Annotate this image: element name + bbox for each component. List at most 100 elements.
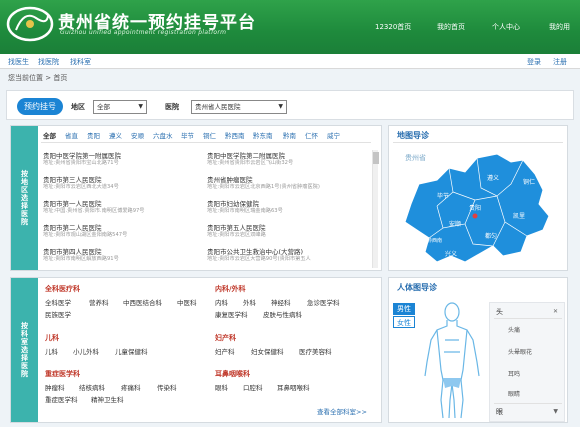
hospital-by-department-panel: 按科室选择医院 全科医疗科 全科医学 营养科 中西医结合科 中医科 民族医学 内… [10,277,382,423]
body-part-eye[interactable]: 眼 [496,407,503,417]
chevron-down-icon: ▼ [138,103,143,110]
city-kaili[interactable]: 凯里 [513,212,525,220]
dept-group-title: 内科/外科 [215,285,246,293]
city-qianxinan[interactable]: 黔西南 [427,237,442,244]
register-appointment-button[interactable]: 预约挂号 [17,98,63,115]
dept-item[interactable]: 小儿外科 [73,346,99,356]
nav-personal-center[interactable]: 个人中心 [492,22,520,32]
dept-item[interactable]: 传染科 [157,382,177,392]
dept-item[interactable]: 儿童保健科 [115,346,148,356]
nav-my-home[interactable]: 我的首页 [437,22,465,32]
dept-item[interactable]: 眼科 [215,382,228,392]
tab-qiannan[interactable]: 黔南 [283,130,296,140]
dept-item[interactable]: 耳鼻咽喉科 [277,382,310,392]
human-body-figure[interactable] [417,300,487,422]
chevron-down-icon: ▼ [278,103,283,110]
tab-divider [41,142,371,143]
dept-item[interactable]: 肿瘤科 [45,382,65,392]
dept-item[interactable]: 神经科 [271,297,291,307]
tab-liupanshui[interactable]: 六盘水 [153,130,173,140]
dept-group-title: 耳鼻咽喉科 [215,370,250,378]
dept-group-title: 儿科 [45,334,59,342]
guizhou-map[interactable]: 贵州省 遵义 铜仁 毕节 贵阳 安顺 凯里 黔西南 都匀 兴义 [393,144,565,270]
find-doctor-link[interactable]: 找医生 [8,57,29,67]
hospital-list-scrollbar[interactable] [372,150,379,268]
dept-item[interactable]: 外科 [243,297,256,307]
tab-anshun[interactable]: 安顺 [131,130,144,140]
hospital-address: 地址:贵州省贵阳市宝山北路71号 [43,160,119,166]
city-bijie[interactable]: 毕节 [437,192,449,200]
dept-item[interactable]: 儿科 [45,346,58,356]
dept-group-title: 全科医疗科 [45,285,80,293]
dept-item[interactable]: 全科医学 [45,297,71,307]
body-part-symptom-list: 头 ✕ 头痛 头晕眼花 耳鸣 眼睛 眼 ▼ [489,302,565,422]
male-tab[interactable]: 男性 [393,303,415,315]
divider [494,403,562,404]
login-link[interactable]: 登录 [527,57,541,67]
symptom-item[interactable]: 眼睛 [508,389,520,398]
divider [494,318,562,319]
dept-item[interactable]: 康复医学科 [215,309,248,319]
body-guide-panel: 人体图导诊 男性 女性 头 ✕ 头痛 头晕眼花 耳鸣 眼睛 眼 ▼ [388,277,568,423]
dept-item[interactable]: 疼痛科 [121,382,141,392]
tab-weining[interactable]: 威宁 [327,130,340,140]
hospital-address: 地址:贵阳市南明区解放西路91号 [43,256,119,262]
hospital-address: 地址:贵阳市云岩区北京西路1号(贵州省肿瘤医院) [207,184,320,190]
dept-item[interactable]: 中医科 [177,297,197,307]
city-tongren[interactable]: 铜仁 [523,178,535,186]
tab-bijie[interactable]: 毕节 [181,130,194,140]
dept-item[interactable]: 营养科 [89,297,109,307]
dept-item[interactable]: 医疗美容科 [299,346,332,356]
dept-item[interactable]: 口腔科 [243,382,263,392]
dept-item[interactable]: 民族医学 [45,309,71,319]
tab-qiandongnan[interactable]: 黔东南 [253,130,273,140]
city-zunyi[interactable]: 遵义 [487,174,499,182]
region-select[interactable]: 全部 ▼ [93,100,147,114]
dept-item[interactable]: 妇女保健科 [251,346,284,356]
body-guide-title: 人体图导诊 [397,283,437,292]
tab-tongren[interactable]: 铜仁 [203,130,216,140]
city-guiyang[interactable]: 贵阳 [469,204,481,212]
dept-item[interactable]: 中西医结合科 [123,297,162,307]
site-header: 贵州省统一预约挂号平台 Guizhou unified appointment … [0,0,580,54]
scrollbar-thumb[interactable] [373,152,379,164]
symptom-item[interactable]: 耳鸣 [508,369,520,378]
dept-item[interactable]: 皮肤与性病科 [263,309,302,319]
symptom-item[interactable]: 头痛 [508,325,520,334]
register-link[interactable]: 注册 [553,57,567,67]
tab-provincial[interactable]: 省直 [65,130,78,140]
find-hospital-link[interactable]: 找医院 [38,57,59,67]
view-all-departments-link[interactable]: 查看全部科室>> [317,406,367,416]
nav-12320-home[interactable]: 12320首页 [375,22,411,32]
tab-renhuai[interactable]: 仁怀 [305,130,318,140]
chevron-down-icon: ✕ [552,308,558,315]
tab-qianxinan[interactable]: 黔西南 [225,130,245,140]
find-department-link[interactable]: 找科室 [70,57,91,67]
dept-item[interactable]: 精神卫生科 [91,394,124,404]
hospital-address: 地址:贵阳市云岩区西北大道34号 [43,184,119,190]
female-tab[interactable]: 女性 [393,316,415,328]
dept-item[interactable]: 急诊医学科 [307,297,340,307]
hospital-address: 地址:中国.贵州省.贵阳市.南明区博爱路97号 [43,208,145,214]
city-xingyi[interactable]: 兴义 [445,250,457,258]
symptom-item[interactable]: 头晕眼花 [508,347,532,356]
hospital-select[interactable]: 贵州省人民医院 ▼ [191,100,287,114]
dept-item[interactable]: 内科 [215,297,228,307]
chevron-down-icon: ▼ [553,408,558,415]
dept-item[interactable]: 重症医学科 [45,394,78,404]
department-side-tab: 按科室选择医院 [11,278,38,422]
city-duyun[interactable]: 都匀 [485,232,497,240]
nav-my-account[interactable]: 我的用 [549,22,570,32]
dept-item[interactable]: 结核病科 [79,382,105,392]
dept-item[interactable]: 妇产科 [215,346,235,356]
site-logo-icon[interactable] [6,4,54,44]
dept-group-title: 重症医学科 [45,370,80,378]
tab-zunyi[interactable]: 遵义 [109,130,122,140]
tab-all[interactable]: 全部 [43,130,56,140]
hospital-address: 地址:贵阳市观山湖区金阳南路547号 [43,232,128,238]
tab-guiyang[interactable]: 贵阳 [87,130,100,140]
hospital-by-region-panel: 按地区选择医院 全部 省直 贵阳 遵义 安顺 六盘水 毕节 铜仁 黔西南 黔东南… [10,125,382,271]
city-anshun[interactable]: 安顺 [449,220,461,228]
filter-bar: 预约挂号 地区 全部 ▼ 医院 贵州省人民医院 ▼ [6,90,574,120]
body-part-head[interactable]: 头 [496,307,503,317]
